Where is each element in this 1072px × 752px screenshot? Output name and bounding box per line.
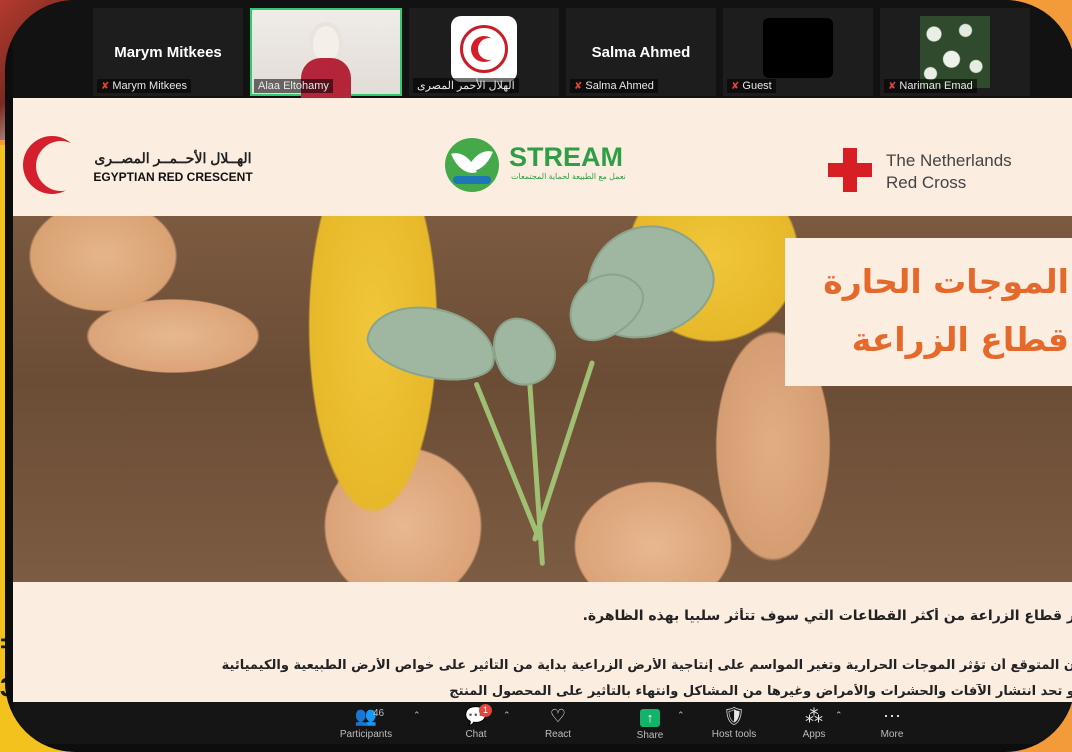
participant-strip: Marym Mitkees ✘ Marym Mitkees Alaa Eltoha…	[13, 0, 1072, 98]
share-icon-wrap: ↑	[615, 706, 685, 727]
red-crescent-logo	[23, 136, 86, 194]
slide-logo-bar: الهــلال الأحــمــر المصــرى EGYPTIAN RE…	[13, 98, 1072, 216]
participant-label-text: Alaa Eltohamy	[258, 80, 329, 92]
stream-logo-icon	[445, 138, 499, 192]
apps-label: Apps	[802, 729, 826, 740]
chat-options-chevron-icon[interactable]: ⌃	[503, 710, 511, 721]
participant-label-text: Nariman Emad	[899, 80, 973, 92]
slide-photo-planting-seedling: الموجات الحارة قطاع الزراعة	[13, 207, 1072, 582]
tablet-frame: Marym Mitkees ✘ Marym Mitkees Alaa Eltoha…	[5, 0, 1072, 752]
chat-icon: 💬	[464, 706, 488, 726]
nrc-name: The Netherlands Red Cross	[886, 150, 1012, 194]
more-button[interactable]: ⋯ More	[857, 706, 927, 740]
participant-label-text: Marym Mitkees	[112, 80, 187, 92]
apps-options-chevron-icon[interactable]: ⌃	[835, 710, 843, 721]
host-tools-button[interactable]: 🛡 Host tools	[699, 706, 769, 740]
react-icon: ♡	[549, 706, 567, 726]
muted-mic-icon: ✘	[888, 81, 897, 92]
slide-paragraph: ن المتوقع أن تؤثر الموجات الحرارية وتغير…	[221, 658, 1072, 673]
participant-tile-active-speaker[interactable]: Alaa Eltohamy	[250, 8, 402, 98]
share-button[interactable]: ↑ Share	[615, 706, 685, 741]
host-tools-label: Host tools	[711, 729, 757, 740]
participant-label: ✘ Guest	[727, 79, 776, 93]
chat-button[interactable]: 💬 1 Chat	[441, 704, 511, 740]
participants-count: 46	[373, 708, 385, 719]
participant-video-off	[763, 18, 833, 78]
zoom-meeting-window: Marym Mitkees ✘ Marym Mitkees Alaa Eltoha…	[13, 0, 1072, 744]
participants-options-chevron-icon[interactable]: ⌃	[413, 710, 421, 721]
more-label: More	[880, 729, 904, 740]
nrc-name-line1: The Netherlands	[886, 151, 1012, 170]
nrc-name-line2: Red Cross	[886, 173, 967, 192]
slide-title-line2: قطاع الزراعة	[851, 320, 1069, 359]
erc-english-name: EGYPTIAN RED CRESCENT	[93, 170, 253, 184]
participant-label-text: Salma Ahmed	[585, 80, 654, 92]
participant-label: الهلال الأحمر المصرى	[413, 78, 519, 93]
participant-label: Alaa Eltohamy	[254, 79, 333, 93]
muted-mic-icon: ✘	[731, 81, 740, 92]
plant-stem	[531, 359, 596, 543]
muted-mic-icon: ✘	[101, 81, 110, 92]
red-cross-logo	[828, 163, 872, 177]
share-icon: ↑	[640, 709, 660, 727]
participants-icon: 👥	[354, 706, 378, 726]
slide-title-line1: الموجات الحارة	[823, 262, 1069, 301]
react-button[interactable]: ♡ React	[523, 706, 593, 740]
participant-label-text: الهلال الأحمر المصرى	[417, 80, 515, 92]
participant-tile[interactable]: Marym Mitkees ✘ Marym Mitkees	[93, 8, 243, 96]
participant-avatar-flowers	[920, 16, 990, 88]
participant-tile[interactable]: ✘ Nariman Emad	[880, 8, 1030, 96]
shared-screen-slide: الهــلال الأحــمــر المصــرى EGYPTIAN RE…	[13, 98, 1072, 702]
share-options-chevron-icon[interactable]: ⌃	[677, 710, 685, 721]
participant-tile[interactable]: ✘ Guest	[723, 8, 873, 96]
crescent-icon	[471, 36, 500, 62]
host-tools-icon: 🛡	[722, 706, 746, 726]
share-label: Share	[636, 730, 664, 741]
participant-label: ✘ Salma Ahmed	[570, 79, 658, 93]
participant-tile[interactable]: Salma Ahmed ✘ Salma Ahmed	[566, 8, 716, 96]
participant-name: Salma Ahmed	[591, 44, 691, 61]
slide-title-box: الموجات الحارة قطاع الزراعة	[785, 238, 1072, 386]
stream-tagline: نعمل مع الطبيعة لحماية المجتمعات	[511, 172, 626, 181]
participants-label: Participants	[339, 729, 393, 740]
erc-avatar-logo	[451, 16, 517, 82]
participant-tile[interactable]: الهلال الأحمر المصرى	[409, 8, 559, 96]
participant-label: ✘ Nariman Emad	[884, 79, 977, 93]
erc-arabic-name: الهــلال الأحــمــر المصــرى	[94, 150, 252, 166]
slide-paragraph: و تحد انتشار الآفات والحشرات والأمراض وغ…	[449, 684, 1072, 699]
person-head	[313, 26, 339, 60]
slide-paragraph: ر قطاع الزراعة من أكثر القطاعات التي سوف…	[582, 608, 1072, 624]
stream-logo-text: STREAM	[509, 142, 623, 172]
participants-button[interactable]: 👥 46 Participants	[331, 706, 401, 740]
participant-label: ✘ Marym Mitkees	[97, 79, 191, 93]
participant-label-text: Guest	[742, 80, 772, 92]
plant-leaf	[361, 295, 503, 391]
wave-shape	[453, 176, 491, 184]
chat-label: Chat	[465, 729, 487, 740]
plant-leaf	[479, 305, 567, 397]
react-label: React	[544, 729, 572, 740]
more-icon: ⋯	[883, 706, 901, 726]
muted-mic-icon: ✘	[574, 81, 583, 92]
meeting-toolbar: 👥 46 Participants ⌃ 💬 1 Chat ⌃ ♡ React ↑…	[13, 702, 1072, 744]
chat-badge: 1	[479, 704, 492, 717]
participant-name: Marym Mitkees	[114, 44, 222, 61]
